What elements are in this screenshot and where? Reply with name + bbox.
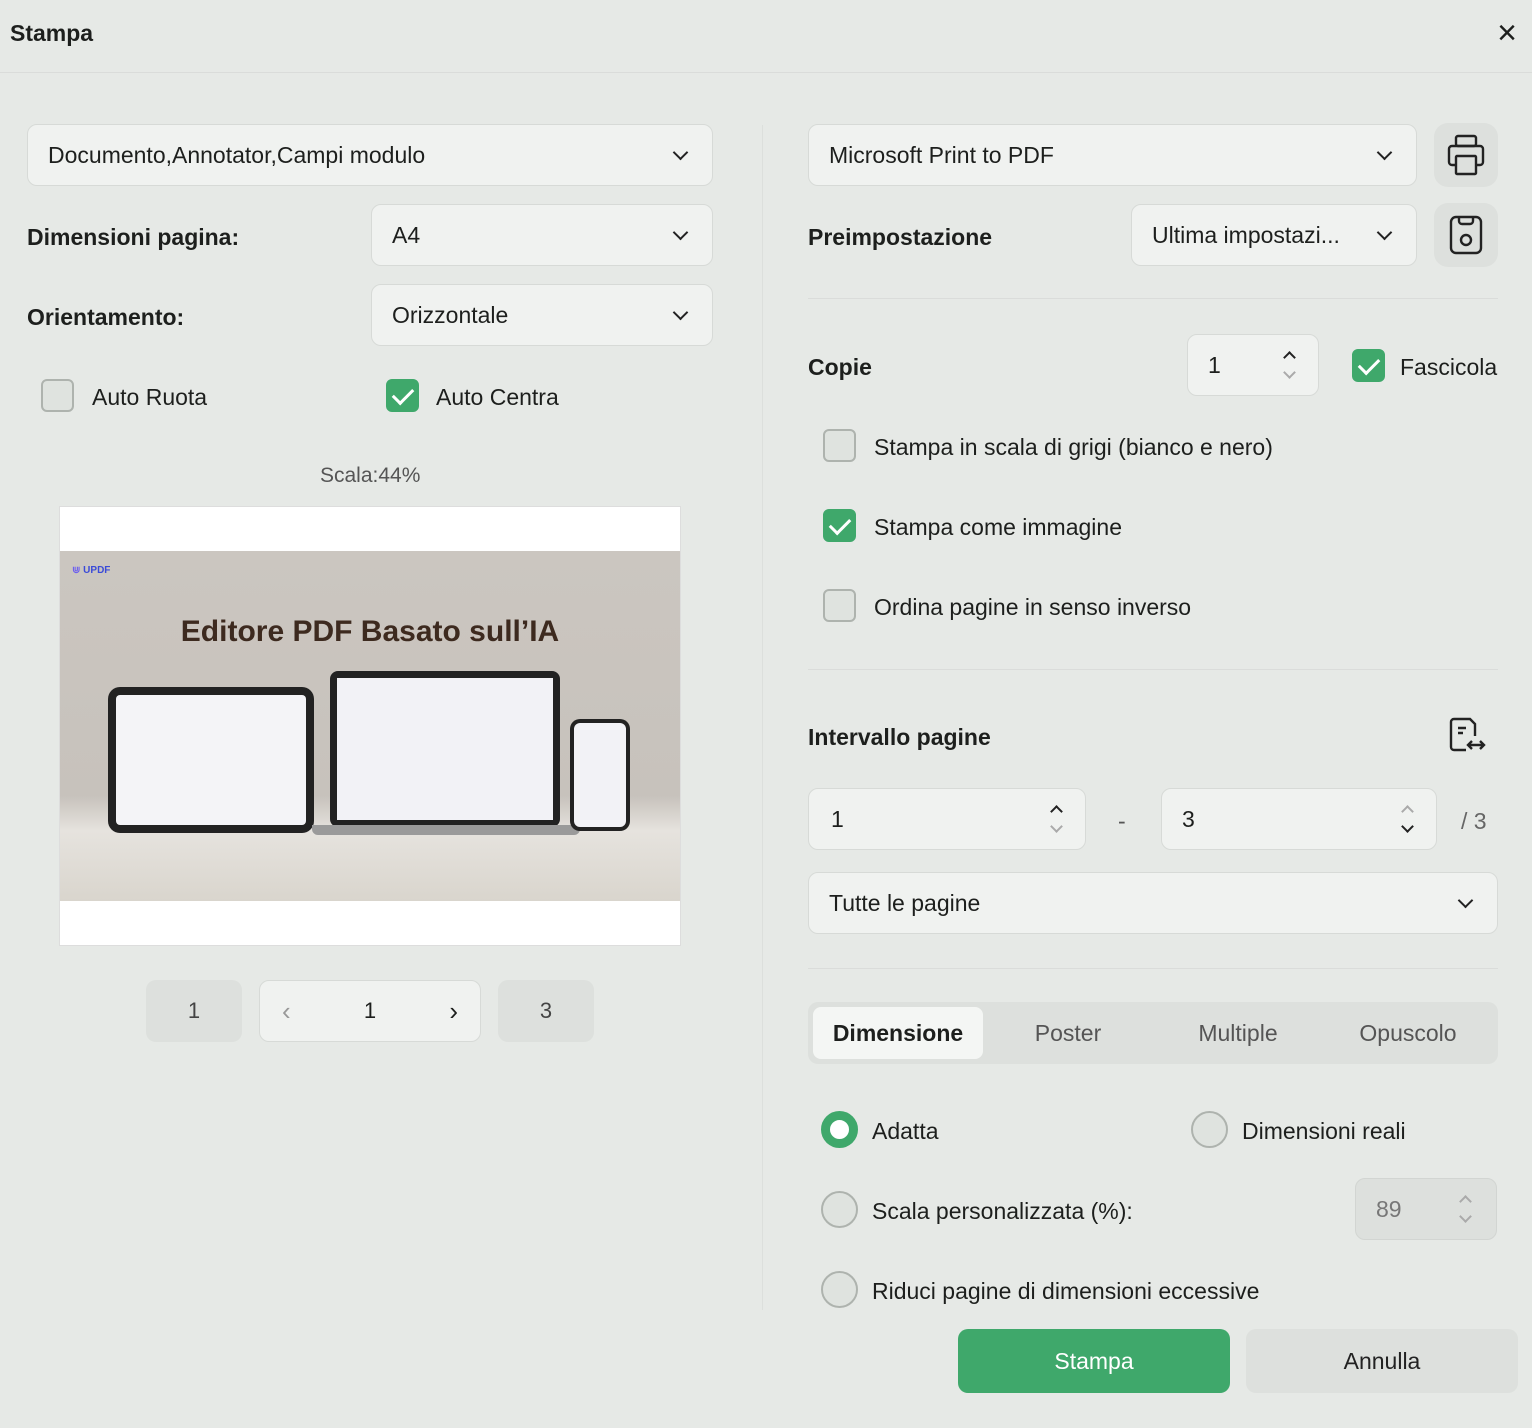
collate-checkbox[interactable]	[1352, 349, 1385, 382]
content-select-value: Documento,Annotator,Campi modulo	[48, 141, 426, 168]
divider	[762, 125, 763, 1310]
print-button[interactable]: Stampa	[958, 1329, 1230, 1393]
scale-text: Scala:44%	[320, 464, 421, 487]
chevron-down-icon	[1457, 892, 1474, 908]
cancel-button[interactable]: Annulla	[1246, 1329, 1518, 1393]
collate-label: Fascicola	[1400, 354, 1498, 380]
page-range-swap-icon[interactable]	[1448, 716, 1488, 761]
custom-scale-stepper[interactable]: 89	[1355, 1178, 1497, 1240]
preset-value: Ultima impostazi...	[1152, 221, 1340, 248]
chevron-down-icon	[672, 224, 689, 240]
page-size-value: A4	[392, 221, 421, 248]
orientation-select[interactable]: Orizzontale	[371, 284, 713, 346]
reverse-order-checkbox[interactable]	[823, 589, 856, 622]
save-icon	[1449, 215, 1483, 255]
custom-scale-value: 89	[1376, 1195, 1402, 1222]
page-subset-select[interactable]: Tutte le pagine	[808, 872, 1498, 934]
copies-value: 1	[1208, 351, 1221, 378]
close-icon[interactable]: ×	[1492, 16, 1522, 50]
range-from-stepper[interactable]: 1	[808, 788, 1086, 850]
print-as-image-label: Stampa come immagine	[874, 514, 1122, 540]
page-size-label: Dimensioni pagina:	[27, 224, 240, 250]
chevron-down-icon	[672, 304, 689, 320]
shrink-radio[interactable]	[821, 1271, 858, 1308]
custom-scale-radio[interactable]	[821, 1191, 858, 1228]
custom-scale-label: Scala personalizzata (%):	[872, 1198, 1133, 1224]
reverse-order-label: Ordina pagine in senso inverso	[874, 594, 1192, 620]
laptop-base	[312, 825, 580, 835]
auto-rotate-label: Auto Ruota	[92, 384, 208, 410]
next-page-icon[interactable]: ›	[449, 996, 458, 1027]
divider	[0, 72, 1532, 73]
divider	[808, 669, 1498, 670]
stepper-arrows-icon[interactable]	[1050, 805, 1063, 833]
last-page-button[interactable]: 3	[498, 980, 594, 1042]
page-subset-value: Tutte le pagine	[829, 889, 981, 916]
actual-size-label: Dimensioni reali	[1242, 1118, 1406, 1144]
range-to-value: 3	[1182, 805, 1195, 832]
preset-label: Preimpostazione	[808, 224, 993, 250]
printer-icon	[1447, 134, 1485, 176]
printer-properties-button[interactable]	[1434, 123, 1498, 187]
actual-size-radio[interactable]	[1191, 1111, 1228, 1148]
page-range-label: Intervallo pagine	[808, 724, 991, 750]
tablet-image	[108, 687, 314, 833]
fit-label: Adatta	[872, 1118, 939, 1144]
grayscale-checkbox[interactable]	[823, 429, 856, 462]
tab-opuscolo[interactable]: Opuscolo	[1323, 1007, 1493, 1059]
page-size-select[interactable]: A4	[371, 204, 713, 266]
printer-select[interactable]: Microsoft Print to PDF	[808, 124, 1417, 186]
first-page-button[interactable]: 1	[146, 980, 242, 1042]
dialog-title: Stampa	[10, 20, 94, 46]
layout-tabs: Dimensione Poster Multiple Opuscolo	[808, 1002, 1498, 1064]
auto-rotate-checkbox[interactable]	[41, 379, 74, 412]
laptop-image	[330, 671, 560, 827]
print-preview: ⋓ UPDF Editore PDF Basato sull’IA	[59, 506, 681, 946]
content-select[interactable]: Documento,Annotator,Campi modulo	[27, 124, 713, 186]
stepper-arrows-icon	[1459, 1195, 1472, 1223]
orientation-value: Orizzontale	[392, 301, 509, 328]
auto-center-checkbox[interactable]	[386, 379, 419, 412]
chevron-down-icon	[1376, 224, 1393, 240]
fit-radio[interactable]	[821, 1111, 858, 1148]
auto-center-label: Auto Centra	[436, 384, 559, 410]
printer-value: Microsoft Print to PDF	[829, 141, 1054, 168]
range-separator: -	[1118, 808, 1126, 834]
preview-heading: Editore PDF Basato sull’IA	[180, 615, 560, 648]
range-from-value: 1	[831, 805, 844, 832]
preset-select[interactable]: Ultima impostazi...	[1131, 204, 1417, 266]
preview-page-image: ⋓ UPDF Editore PDF Basato sull’IA	[60, 551, 680, 901]
shrink-label: Riduci pagine di dimensioni eccessive	[872, 1278, 1260, 1304]
copies-stepper[interactable]: 1	[1187, 334, 1319, 396]
stepper-arrows-icon[interactable]	[1283, 351, 1296, 379]
range-total: / 3	[1461, 808, 1487, 834]
grayscale-label: Stampa in scala di grigi (bianco e nero)	[874, 434, 1273, 460]
chevron-down-icon	[672, 144, 689, 160]
chevron-down-icon	[1376, 144, 1393, 160]
prev-page-icon[interactable]: ‹	[282, 996, 291, 1027]
stepper-arrows-icon[interactable]	[1401, 805, 1414, 833]
orientation-label: Orientamento:	[27, 304, 185, 330]
divider	[808, 298, 1498, 299]
current-page[interactable]: 1	[364, 998, 376, 1024]
range-to-stepper[interactable]: 3	[1161, 788, 1437, 850]
divider	[808, 968, 1498, 969]
tab-dimensione[interactable]: Dimensione	[813, 1007, 983, 1059]
page-navigator: ‹ 1 ›	[259, 980, 481, 1042]
copies-label: Copie	[808, 354, 872, 380]
tab-multiple[interactable]: Multiple	[1153, 1007, 1323, 1059]
phone-image	[570, 719, 630, 831]
save-preset-button[interactable]	[1434, 203, 1498, 267]
print-as-image-checkbox[interactable]	[823, 509, 856, 542]
preview-logo: ⋓ UPDF	[72, 565, 111, 576]
tab-poster[interactable]: Poster	[983, 1007, 1153, 1059]
